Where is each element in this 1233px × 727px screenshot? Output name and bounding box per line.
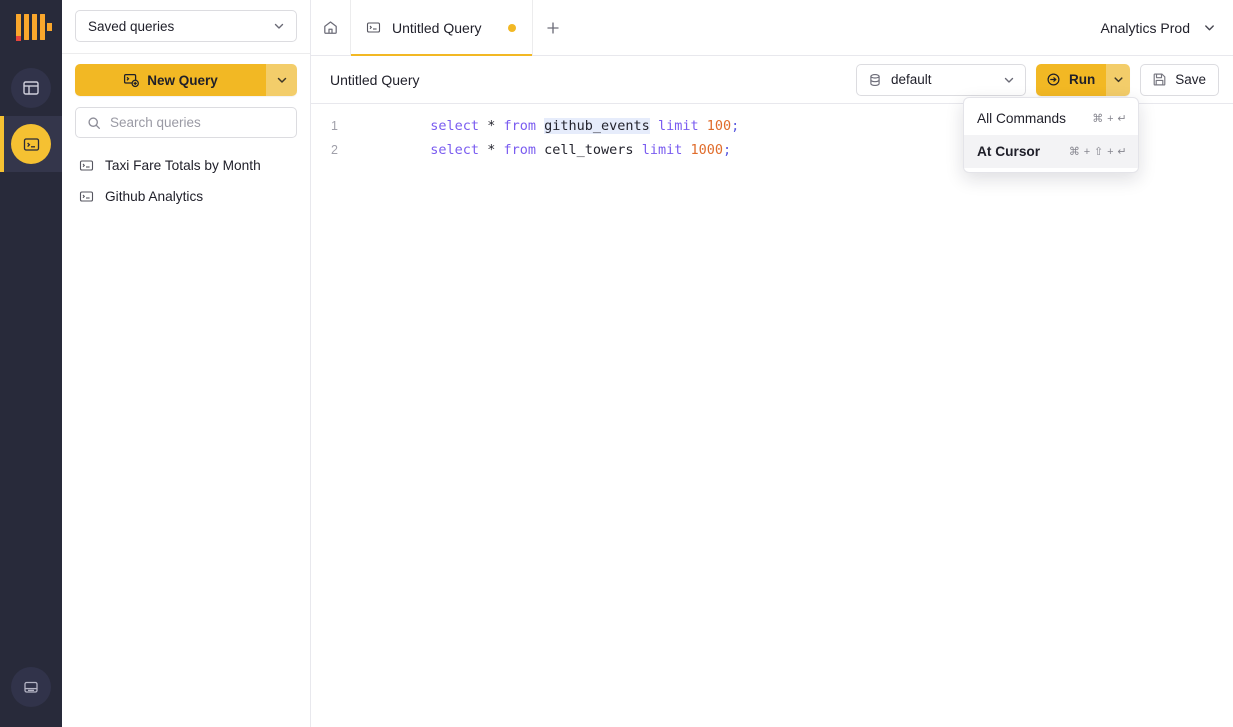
database-icon xyxy=(22,678,40,696)
query-icon xyxy=(366,20,381,35)
rail-item-databases[interactable] xyxy=(0,659,62,715)
database-selector[interactable]: default xyxy=(856,64,1026,96)
menu-item-at-cursor[interactable]: At Cursor ⌘ + ⇧ + ↵ xyxy=(964,135,1138,168)
new-query-button[interactable]: New Query xyxy=(75,64,266,96)
new-query-dropdown-button[interactable] xyxy=(266,64,297,96)
save-button[interactable]: Save xyxy=(1140,64,1219,96)
menu-item-shortcut: ⌘ + ↵ xyxy=(1092,112,1127,125)
tab-strip: Untitled Query Analytics Prod xyxy=(311,0,1233,56)
code-text[interactable]: select * from cell_towers limit 1000; xyxy=(349,126,731,174)
workspace-selector[interactable]: Analytics Prod xyxy=(1101,0,1219,55)
query-icon xyxy=(79,189,94,204)
saved-query-label: Github Analytics xyxy=(105,189,203,204)
sql-punctuation: ; xyxy=(731,118,739,134)
unsaved-indicator-dot xyxy=(508,24,516,32)
search-queries-field[interactable] xyxy=(75,107,297,138)
run-dropdown-button[interactable] xyxy=(1106,64,1130,96)
sql-console-app: Saved queries xyxy=(0,0,1233,727)
main-panel: Untitled Query Analytics Prod Untitled xyxy=(311,0,1233,727)
saved-queries-selector-label: Saved queries xyxy=(88,19,174,34)
sql-number: 1000 xyxy=(690,142,723,158)
saved-query-label: Taxi Fare Totals by Month xyxy=(105,158,261,173)
home-icon xyxy=(322,19,339,36)
saved-queries-list: Taxi Fare Totals by Month Github Analyti… xyxy=(75,150,297,212)
chevron-down-icon xyxy=(275,73,289,87)
line-number: 2 xyxy=(311,143,349,157)
line-number: 1 xyxy=(311,119,349,133)
save-icon xyxy=(1152,72,1167,87)
menu-item-label: All Commands xyxy=(977,111,1066,126)
dashboard-icon xyxy=(22,79,40,97)
menu-item-shortcut: ⌘ + ⇧ + ↵ xyxy=(1069,145,1127,158)
database-icon xyxy=(868,73,882,87)
saved-queries-sidebar: Saved queries xyxy=(62,0,311,727)
sql-keyword: select xyxy=(430,142,479,158)
query-title: Untitled Query xyxy=(330,72,846,88)
sql-identifier: cell_towers xyxy=(544,142,633,158)
saved-queries-selector[interactable]: Saved queries xyxy=(75,10,297,42)
database-name: default xyxy=(891,72,993,87)
sql-editor[interactable]: 1 select * from github_events limit 100;… xyxy=(311,104,1233,727)
new-query-button-group: New Query xyxy=(75,64,297,96)
clickhouse-logo[interactable] xyxy=(9,12,53,42)
home-button[interactable] xyxy=(311,0,351,55)
menu-item-all-commands[interactable]: All Commands ⌘ + ↵ xyxy=(964,102,1138,135)
chevron-down-icon xyxy=(1002,73,1016,87)
run-button-group: Run xyxy=(1036,64,1130,96)
run-icon xyxy=(1046,72,1061,87)
new-query-label: New Query xyxy=(147,73,218,88)
new-tab-button[interactable] xyxy=(533,0,573,55)
tab-untitled-query[interactable]: Untitled Query xyxy=(351,0,533,55)
save-label: Save xyxy=(1175,72,1206,87)
chevron-down-icon xyxy=(272,19,286,33)
saved-query-item[interactable]: Github Analytics xyxy=(75,181,297,212)
rail-item-dashboard[interactable] xyxy=(0,60,62,116)
menu-item-label: At Cursor xyxy=(977,144,1040,159)
run-label: Run xyxy=(1069,72,1095,87)
sql-keyword: limit xyxy=(642,142,683,158)
sidebar-header: Saved queries xyxy=(62,0,310,54)
rail-item-sql-console[interactable] xyxy=(0,116,62,172)
run-dropdown-menu: All Commands ⌘ + ↵ At Cursor ⌘ + ⇧ + ↵ xyxy=(963,97,1139,173)
saved-query-item[interactable]: Taxi Fare Totals by Month xyxy=(75,150,297,181)
search-input[interactable] xyxy=(110,115,285,130)
sidebar-body: New Query xyxy=(62,54,310,212)
add-tab-icon xyxy=(545,20,561,36)
left-icon-rail xyxy=(0,0,62,727)
run-button[interactable]: Run xyxy=(1036,64,1106,96)
new-query-icon xyxy=(123,72,139,88)
query-icon xyxy=(79,158,94,173)
chevron-down-icon xyxy=(1202,20,1217,35)
search-icon xyxy=(87,116,101,130)
tab-label: Untitled Query xyxy=(392,20,497,36)
sql-console-icon xyxy=(22,135,41,154)
workspace-label: Analytics Prod xyxy=(1101,20,1190,36)
sql-keyword: from xyxy=(503,142,536,158)
sql-punctuation: ; xyxy=(723,142,731,158)
chevron-down-icon xyxy=(1112,73,1125,86)
